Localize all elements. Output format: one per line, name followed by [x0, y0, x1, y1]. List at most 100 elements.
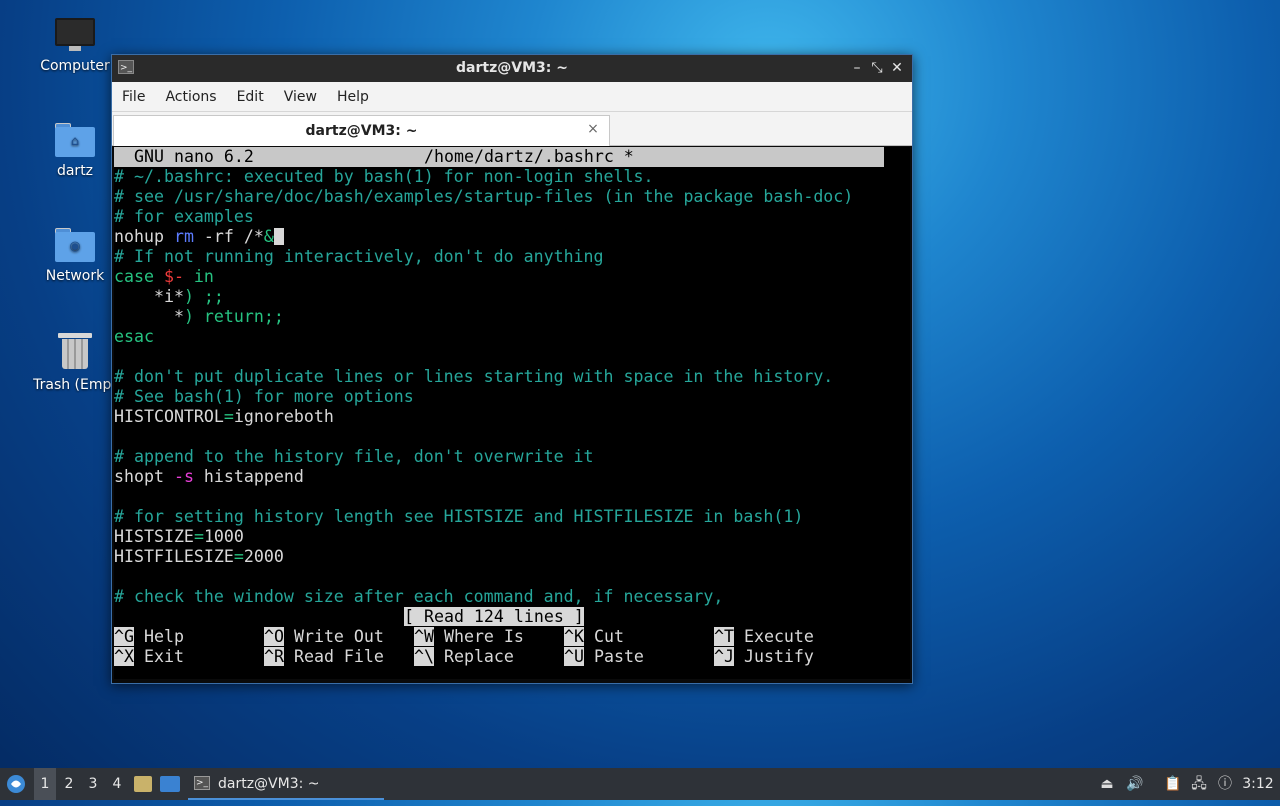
clock[interactable]: 3:12 [1240, 768, 1276, 800]
computer-icon [55, 18, 95, 52]
shortcut-key: ^X [114, 647, 134, 666]
code-line: esac [114, 327, 154, 346]
code-line: *i*) ;; [114, 287, 224, 307]
start-menu-button[interactable] [4, 768, 28, 800]
menu-actions[interactable]: Actions [165, 89, 216, 105]
shortcut-label: Execute [733, 627, 814, 646]
code-line: case $- in [114, 267, 214, 287]
code-token: * [114, 307, 184, 326]
workspace-3[interactable]: 3 [82, 768, 104, 800]
network-folder-icon: ◉ [55, 228, 95, 262]
code-token: nohup [114, 227, 174, 246]
code-token: ignoreboth [233, 407, 334, 426]
taskbar-window-button[interactable]: >_ dartz@VM3: ~ [188, 768, 384, 800]
menu-edit[interactable]: Edit [237, 89, 264, 105]
code-token: in [183, 267, 214, 286]
code-line: HISTCONTROL=ignoreboth [114, 407, 334, 427]
code-line: HISTFILESIZE=2000 [114, 547, 284, 567]
tab-bar: dartz@VM3: ~ × [112, 112, 912, 146]
text-cursor [273, 228, 284, 245]
menu-help[interactable]: Help [337, 89, 369, 105]
menubar: File Actions Edit View Help [112, 82, 912, 112]
taskbar-window-label: dartz@VM3: ~ [218, 776, 320, 792]
code-token: $- [163, 267, 184, 286]
code-token: case [114, 267, 164, 286]
shortcut-paste[interactable]: ^U Paste [564, 647, 644, 667]
code-token: = [223, 407, 234, 426]
code-token: -s [173, 467, 194, 486]
code-token: -rf /* [193, 227, 264, 246]
terminal-content[interactable]: GNU nano 6.2/home/dartz/.bashrc * # ~/.b… [114, 147, 910, 679]
clipboard-icon[interactable]: 📋 [1164, 775, 1182, 793]
code-token: 1000 [203, 527, 244, 546]
workspace-4[interactable]: 4 [106, 768, 128, 800]
workspace-1[interactable]: 1 [34, 768, 56, 800]
code-token: rm [173, 227, 194, 246]
code-line: # don't put duplicate lines or lines sta… [114, 367, 834, 386]
network-icon[interactable]: 🖧 [1190, 775, 1208, 793]
taskbar: 1 2 3 4 >_ dartz@VM3: ~ ⏏ 🔊 📋 🖧 ⓘ 3:12 [0, 768, 1280, 800]
code-line: # for setting history length see HISTSIZ… [114, 507, 804, 526]
shortcut-where-is[interactable]: ^W Where Is [414, 627, 524, 647]
shortcut-key: ^R [264, 647, 284, 666]
nano-filename: /home/dartz/.bashrc * [424, 147, 634, 166]
shortcut-key: ^\ [414, 647, 434, 666]
show-desktop-button[interactable] [160, 768, 184, 800]
shortcut-label: Replace [433, 647, 514, 666]
code-line: nohup rm -rf /*& [114, 227, 284, 247]
shortcut-label: Help [133, 627, 184, 646]
shortcut-justify[interactable]: ^J Justify [714, 647, 814, 667]
minimize-button[interactable]: – [848, 59, 866, 77]
close-button[interactable]: ✕ [888, 59, 906, 77]
tab-label: dartz@VM3: ~ [305, 123, 418, 139]
shortcut-execute[interactable]: ^T Execute [714, 627, 814, 647]
shortcut-label: Paste [583, 647, 644, 666]
code-token: HISTSIZE [114, 527, 194, 546]
shortcut-read-file[interactable]: ^R Read File [264, 647, 384, 667]
code-token: 2000 [243, 547, 284, 566]
code-token: HISTFILESIZE [114, 547, 234, 566]
code-line: *) return;; [114, 307, 284, 327]
menu-view[interactable]: View [284, 89, 317, 105]
code-line: shopt -s histappend [114, 467, 304, 487]
code-token: & [263, 227, 274, 246]
shortcut-key: ^K [564, 627, 584, 646]
window-titlebar[interactable]: >_ dartz@VM3: ~ – ⤡ ✕ [112, 55, 912, 82]
code-token: = [233, 547, 244, 566]
code-line: # see /usr/share/doc/bash/examples/start… [114, 187, 854, 206]
tab-close-icon[interactable]: × [585, 121, 601, 137]
menu-file[interactable]: File [122, 89, 145, 105]
code-token: *i* [114, 287, 184, 306]
file-manager-icon [134, 776, 152, 792]
code-token: histappend [193, 467, 304, 486]
status-message: [ Read 124 lines ] [404, 607, 584, 627]
code-token: ) return;; [183, 307, 284, 326]
shortcut-key: ^J [714, 647, 734, 666]
file-manager-launcher[interactable] [134, 768, 154, 800]
code-token: ) ;; [183, 287, 224, 306]
workspace-2[interactable]: 2 [58, 768, 80, 800]
terminal-app-icon: >_ [194, 776, 210, 790]
code-line: # for examples [114, 207, 254, 226]
restore-button[interactable]: ⤡ [868, 59, 886, 77]
shortcut-replace[interactable]: ^\ Replace [414, 647, 514, 667]
shortcut-key: ^U [564, 647, 584, 666]
code-line: HISTSIZE=1000 [114, 527, 244, 547]
eject-icon[interactable]: ⏏ [1098, 775, 1116, 793]
volume-icon[interactable]: 🔊 [1126, 775, 1144, 793]
shortcut-help[interactable]: ^G Help [114, 627, 184, 647]
notification-icon[interactable]: ⓘ [1216, 775, 1234, 793]
code-token: shopt [114, 467, 174, 486]
code-line: # See bash(1) for more options [114, 387, 414, 406]
code-line: # check the window size after each comma… [114, 587, 724, 606]
trash-icon [58, 331, 92, 371]
shortcut-cut[interactable]: ^K Cut [564, 627, 624, 647]
tab-terminal[interactable]: dartz@VM3: ~ × [113, 115, 610, 146]
code-token: HISTCONTROL [114, 407, 224, 426]
shortcut-write-out[interactable]: ^O Write Out [264, 627, 384, 647]
shortcut-key: ^G [114, 627, 134, 646]
shortcut-label: Cut [583, 627, 624, 646]
shortcut-exit[interactable]: ^X Exit [114, 647, 184, 667]
code-token: = [193, 527, 204, 546]
show-desktop-icon [160, 776, 180, 792]
